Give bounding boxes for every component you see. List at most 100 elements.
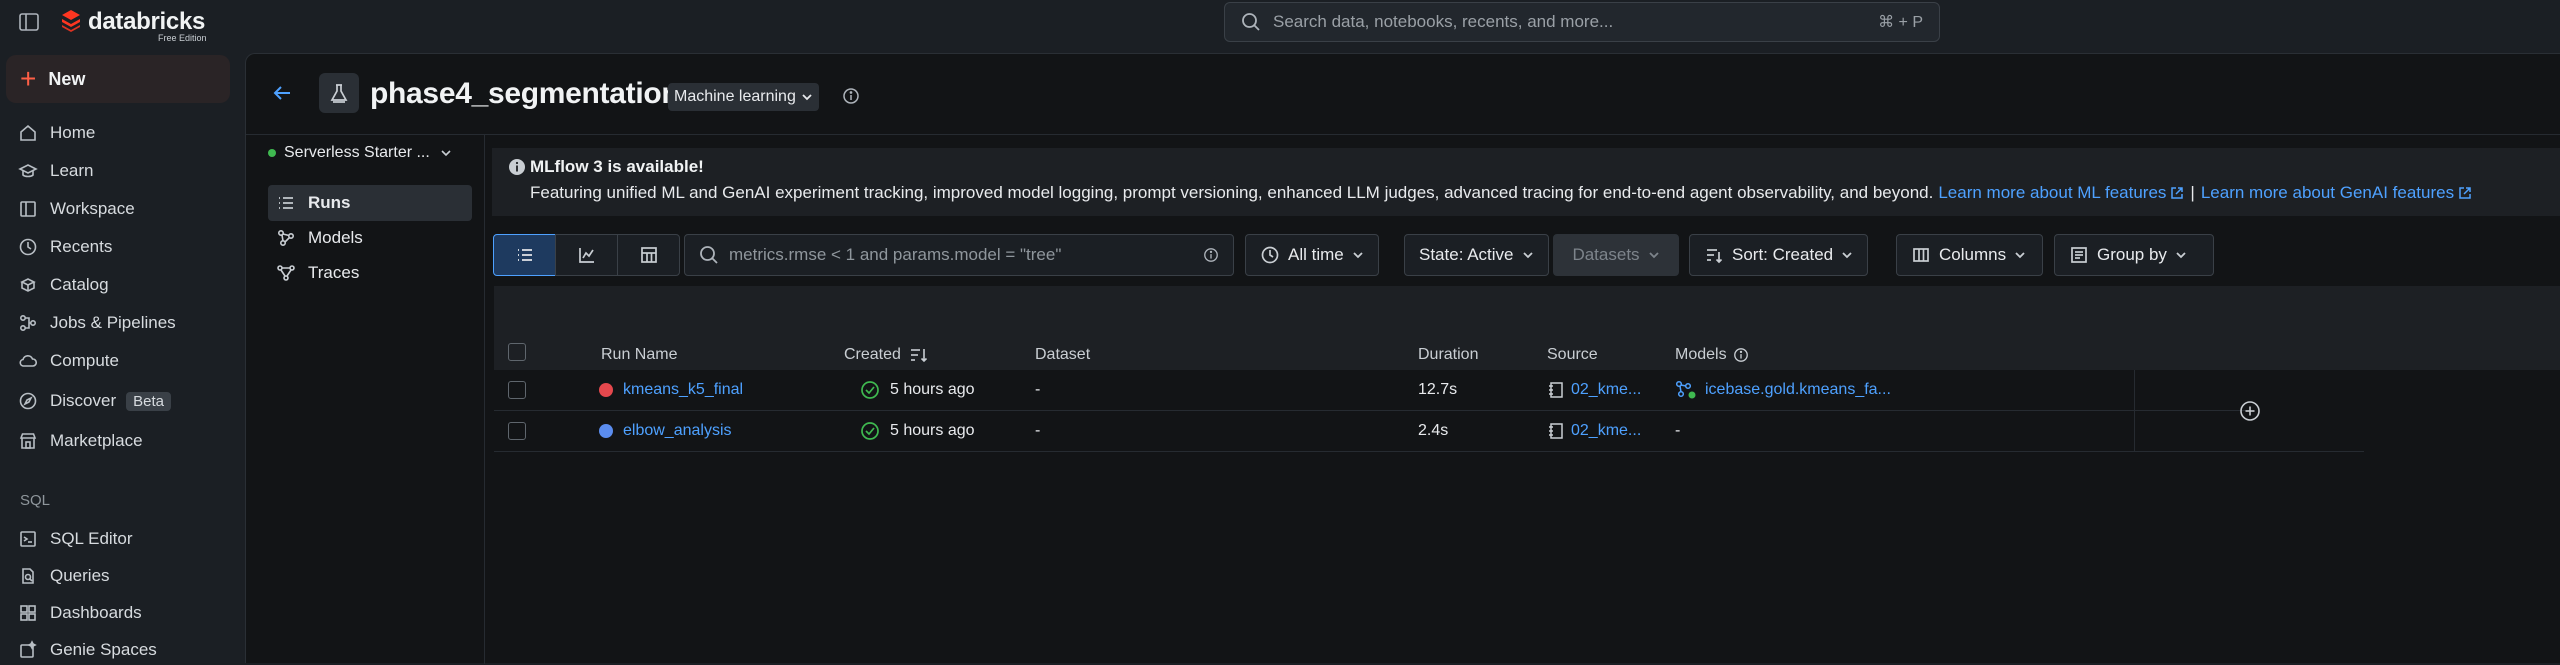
search-icon (700, 246, 718, 264)
tab-label: Runs (308, 193, 351, 212)
column-header-duration[interactable]: Duration (1418, 346, 1478, 364)
sidebar-item-genie-spaces[interactable]: Genie Spaces (18, 635, 157, 665)
experiment-type-dropdown[interactable]: Machine learning (668, 83, 819, 111)
sidebar-item-dashboards[interactable]: Dashboards (18, 598, 142, 628)
back-arrow-icon[interactable] (271, 82, 293, 104)
run-name-link[interactable]: elbow_analysis (623, 422, 732, 440)
select-all-checkbox[interactable] (508, 343, 526, 361)
sidebar-item-marketplace[interactable]: Marketplace (18, 426, 143, 456)
chart-view-toggle[interactable] (555, 234, 618, 276)
columns-dropdown[interactable]: Columns (1896, 234, 2043, 276)
chevron-down-icon (802, 94, 812, 101)
traces-icon (277, 265, 295, 281)
chart-icon (578, 248, 594, 263)
column-header-models[interactable]: Models (1675, 346, 1749, 364)
info-icon[interactable] (842, 87, 860, 105)
sidebar-item-home[interactable]: Home (18, 118, 95, 148)
table-view-toggle[interactable] (493, 234, 556, 276)
page-title: phase4_segmentation (370, 77, 680, 110)
dataset-value: - (1035, 381, 1041, 398)
source-link[interactable]: 02_kme... (1571, 422, 1641, 440)
sort-dropdown[interactable]: Sort: Created (1689, 234, 1869, 276)
sidebar-item-workspace[interactable]: Workspace (18, 194, 135, 224)
sidebar-item-discover[interactable]: Discover Beta (18, 386, 171, 416)
genai-features-link[interactable]: Learn more about GenAI features (2201, 183, 2454, 203)
sidebar-item-jobs-pipelines[interactable]: Jobs & Pipelines (18, 308, 176, 338)
state-filter-dropdown[interactable]: State: Active (1404, 234, 1549, 276)
group-by-dropdown[interactable]: Group by (2054, 234, 2214, 276)
plus-circle-icon (2239, 400, 2260, 421)
chevron-down-icon (2015, 252, 2025, 259)
sidebar-item-compute[interactable]: Compute (18, 346, 119, 376)
sort-desc-icon (910, 349, 927, 363)
compute-label: Serverless Starter ... (284, 144, 430, 161)
sidebar-item-label: Catalog (50, 275, 109, 294)
time-range-label: All time (1288, 245, 1344, 264)
row-checkbox[interactable] (508, 370, 526, 410)
runs-filter-input[interactable]: metrics.rmse < 1 and params.model = "tre… (684, 234, 1234, 276)
sidebar-item-label: Dashboards (50, 603, 142, 622)
run-name-link[interactable]: kmeans_k5_final (623, 381, 743, 399)
home-icon (20, 124, 36, 141)
link-separator: | (2190, 183, 2195, 202)
column-header-source[interactable]: Source (1547, 346, 1598, 364)
tab-runs[interactable]: Runs (268, 185, 472, 221)
model-link[interactable]: icebase.gold.kmeans_fa... (1705, 381, 1891, 399)
ml-features-link[interactable]: Learn more about ML features (1938, 183, 2166, 203)
info-icon[interactable] (1203, 247, 1219, 263)
info-icon (508, 158, 526, 176)
column-header-dataset[interactable]: Dataset (1035, 346, 1090, 364)
databricks-logo[interactable]: databricks (60, 8, 205, 36)
chevron-down-icon (1648, 252, 1659, 259)
store-icon (19, 433, 37, 449)
row-checkbox[interactable] (508, 411, 526, 451)
clock-icon (19, 238, 37, 256)
time-range-dropdown[interactable]: All time (1245, 234, 1379, 276)
source-cell[interactable]: 02_kme... (1547, 370, 1641, 410)
experiment-flask-icon (319, 73, 359, 113)
source-cell[interactable]: 02_kme... (1547, 411, 1641, 451)
duration-value: 2.4s (1418, 422, 1449, 439)
sidebar-item-label: Marketplace (50, 431, 143, 450)
sidebar-item-label: SQL Editor (50, 529, 133, 548)
list-icon (517, 249, 532, 261)
sidebar-item-label: Discover (50, 391, 117, 410)
global-search-input[interactable]: Search data, notebooks, recents, and mor… (1224, 2, 1940, 42)
logo-subtitle: Free Edition (158, 33, 207, 43)
tab-models[interactable]: Models (268, 220, 472, 256)
sidebar-item-queries[interactable]: Queries (18, 561, 110, 591)
created-cell: 5 hours ago (846, 370, 1037, 410)
datasets-dropdown[interactable]: Datasets (1553, 234, 1679, 276)
add-column-button[interactable] (2134, 370, 2364, 452)
banner-body: Featuring unified ML and GenAI experimen… (530, 183, 2472, 203)
evaluation-view-toggle[interactable] (617, 234, 680, 276)
created-cell: 5 hours ago (846, 411, 1037, 451)
run-color-dot (599, 424, 613, 438)
sidebar-item-recents[interactable]: Recents (18, 232, 112, 262)
banner-text: Featuring unified ML and GenAI experimen… (530, 183, 1934, 202)
chevron-down-icon (1353, 252, 1363, 259)
chevron-down-icon (1522, 252, 1533, 259)
group-icon (2071, 247, 2087, 263)
table-row[interactable]: 5 hours ago kmeans_k5_final - 12.7s 02_k… (494, 370, 2249, 411)
mlflow3-banner: MLflow 3 is available! Featuring unified… (492, 148, 2560, 216)
notebook-icon (1549, 423, 1563, 439)
sidebar-item-catalog[interactable]: Catalog (18, 270, 109, 300)
column-header-run-name[interactable]: Run Name (601, 346, 677, 364)
source-link[interactable]: 02_kme... (1571, 381, 1641, 399)
tab-traces[interactable]: Traces (268, 255, 472, 291)
column-header-created[interactable]: Created (844, 346, 929, 364)
model-cell[interactable]: icebase.gold.kmeans_fa... (1675, 370, 1891, 410)
table-row[interactable]: 5 hours ago elbow_analysis - 2.4s 02_kme… (494, 411, 2249, 452)
workspace-icon (20, 201, 36, 217)
models-icon (277, 229, 295, 247)
experiment-header: phase4_segmentation Machine learning (246, 54, 2560, 132)
jobs-icon (19, 314, 37, 332)
sidebar-item-sql-editor[interactable]: SQL Editor (18, 524, 133, 554)
new-button[interactable]: + New (6, 55, 230, 103)
run-name-cell[interactable]: elbow_analysis (599, 411, 732, 451)
sidebar-item-learn[interactable]: Learn (18, 156, 93, 186)
compute-selector[interactable]: Serverless Starter ... (268, 144, 452, 162)
run-name-cell[interactable]: kmeans_k5_final (599, 370, 743, 410)
sidebar-toggle-icon[interactable] (18, 11, 40, 33)
